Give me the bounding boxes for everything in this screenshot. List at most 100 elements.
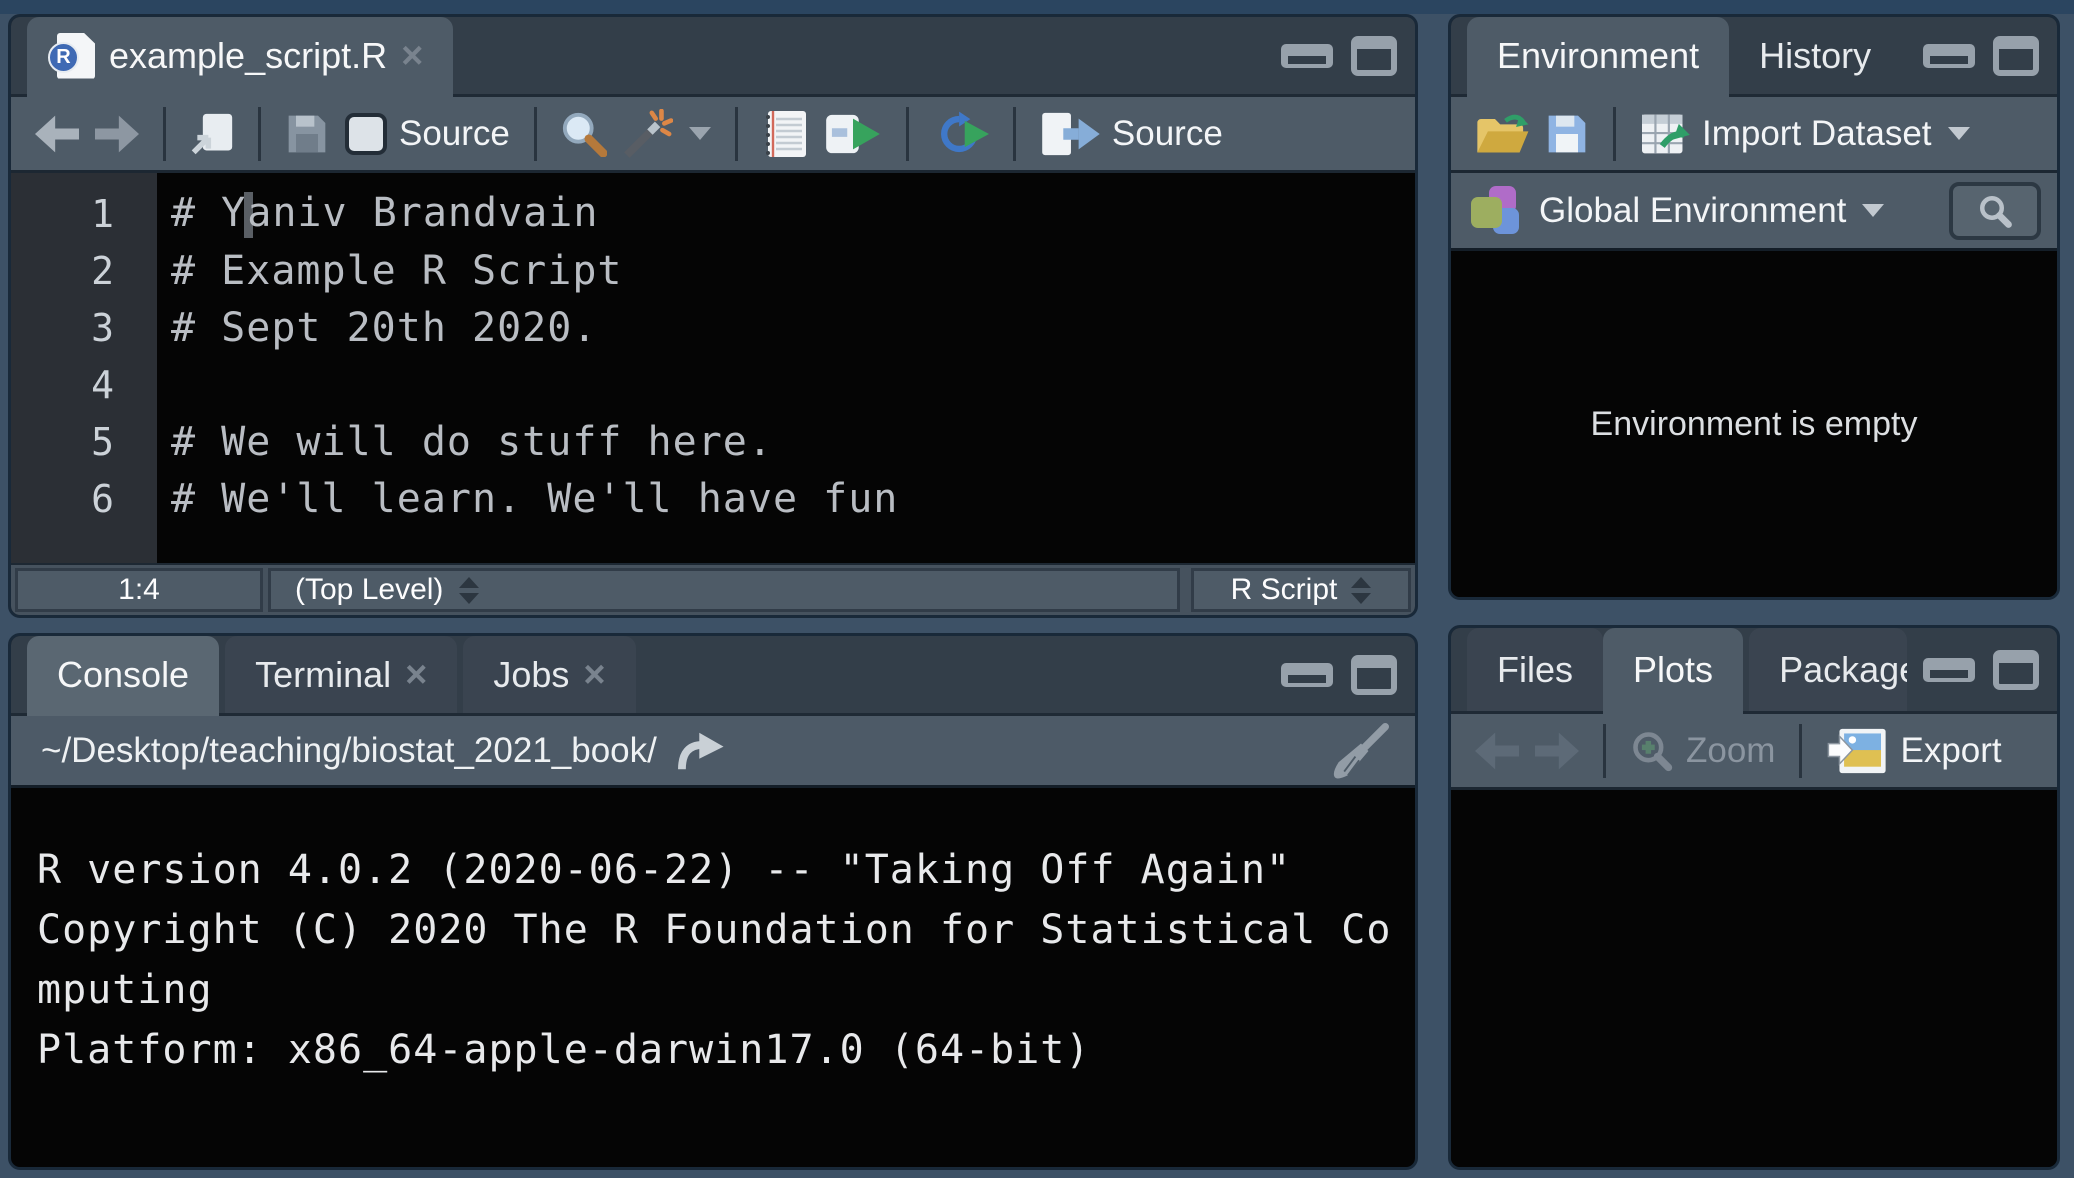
zoom-label: Zoom	[1686, 731, 1775, 771]
save-icon[interactable]	[285, 112, 329, 156]
zoom-plot-button[interactable]: Zoom	[1630, 729, 1775, 773]
source-toolbar: Source	[11, 97, 1415, 173]
import-dataset-label: Import Dataset	[1702, 114, 1932, 154]
tab-plots[interactable]: Plots	[1603, 628, 1743, 711]
toolbar-separator	[906, 107, 909, 161]
popout-icon[interactable]	[190, 112, 234, 156]
minimize-icon[interactable]	[1281, 663, 1333, 687]
toolbar-separator	[1613, 107, 1616, 161]
line-number: 2	[11, 249, 157, 293]
import-table-icon	[1640, 111, 1690, 157]
console-line: mputing	[37, 960, 1415, 1020]
save-workspace-icon[interactable]	[1545, 112, 1589, 156]
editor-line: 1# Yaniv Brandvain	[11, 185, 1415, 242]
tab-console[interactable]: Console	[27, 636, 219, 713]
code-editor[interactable]: 1# Yaniv Brandvain2# Example R Script3# …	[11, 173, 1415, 563]
minimize-icon[interactable]	[1923, 44, 1975, 68]
editor-line: 4	[11, 356, 1415, 413]
source-button[interactable]: Source	[1040, 111, 1223, 157]
maximize-icon[interactable]	[1993, 36, 2039, 76]
code-text: # We'll learn. We'll have fun	[157, 476, 898, 522]
console-line: Copyright (C) 2020 The R Foundation for …	[37, 900, 1415, 960]
spinner-icon	[459, 577, 479, 604]
source-button-label: Source	[1112, 114, 1223, 154]
editor-line: 5# We will do stuff here.	[11, 413, 1415, 470]
scope-selector[interactable]: (Top Level)	[268, 568, 1180, 612]
console-pane: Console Terminal × Jobs × ~/Desktop/teac…	[8, 633, 1418, 1170]
run-icon[interactable]	[824, 111, 882, 157]
cursor-position: 1:4	[15, 568, 263, 612]
find-icon[interactable]	[561, 111, 607, 157]
line-number: 4	[11, 363, 157, 407]
search-environment-button[interactable]	[1949, 182, 2041, 240]
editor-line: 3# Sept 20th 2020.	[11, 299, 1415, 356]
tab-files[interactable]: Files	[1467, 628, 1603, 711]
tab-jobs[interactable]: Jobs ×	[463, 636, 635, 713]
minimize-icon[interactable]	[1281, 44, 1333, 68]
goto-directory-arrow-icon[interactable]	[675, 731, 727, 771]
code-text: # We will do stuff here.	[157, 419, 773, 465]
file-type-selector[interactable]: R Script	[1191, 568, 1411, 612]
import-dataset-button[interactable]: Import Dataset	[1640, 111, 1970, 157]
source-on-save-toggle[interactable]: Source	[345, 113, 510, 155]
compile-notebook-icon[interactable]	[762, 109, 808, 159]
spinner-icon	[1351, 577, 1371, 604]
rerun-icon[interactable]	[933, 111, 989, 157]
pane-window-buttons	[1907, 628, 2057, 711]
source-pane: R example_script.R ×	[8, 14, 1418, 618]
files-plots-pane: Files Plots Packages	[1448, 625, 2060, 1170]
code-tools-menu[interactable]	[623, 109, 711, 159]
open-folder-icon[interactable]	[1475, 112, 1529, 156]
tab-packages[interactable]: Packages	[1749, 628, 1907, 711]
toolbar-separator	[258, 107, 261, 161]
maximize-icon[interactable]	[1351, 36, 1397, 76]
console-line: R version 4.0.2 (2020-06-22) -- "Taking …	[37, 840, 1415, 900]
export-image-icon	[1826, 727, 1888, 775]
minimize-icon[interactable]	[1923, 658, 1975, 682]
toolbar-separator	[1603, 724, 1606, 778]
back-arrow-icon[interactable]	[1475, 732, 1519, 770]
plots-toolbar: Zoom Export	[1451, 714, 2057, 790]
working-directory: ~/Desktop/teaching/biostat_2021_book/	[41, 731, 657, 771]
environment-pane: Environment History	[1448, 14, 2060, 600]
console-output[interactable]: R version 4.0.2 (2020-06-22) -- "Taking …	[11, 788, 1415, 1167]
export-plot-button[interactable]: Export	[1826, 727, 2001, 775]
source-on-save-checkbox[interactable]	[345, 113, 387, 155]
line-number: 3	[11, 306, 157, 350]
tab-environment[interactable]: Environment	[1467, 17, 1729, 94]
tab-example-script[interactable]: R example_script.R ×	[27, 17, 453, 94]
toolbar-separator	[1013, 107, 1016, 161]
magic-wand-icon	[623, 109, 673, 159]
pane-window-buttons	[1265, 17, 1415, 94]
tab-terminal[interactable]: Terminal ×	[225, 636, 457, 713]
code-text: # Yaniv Brandvain	[157, 190, 598, 238]
pane-window-buttons	[1907, 17, 2057, 94]
maximize-icon[interactable]	[1351, 655, 1397, 695]
code-text: # Sept 20th 2020.	[157, 305, 597, 351]
line-number: 5	[11, 420, 157, 464]
maximize-icon[interactable]	[1993, 650, 2039, 690]
r-file-icon: R	[57, 33, 95, 79]
source-tabstrip: R example_script.R ×	[11, 17, 1415, 97]
dropdown-caret-icon	[1948, 127, 1970, 140]
environment-empty-message: Environment is empty	[1591, 405, 1918, 444]
forward-arrow-icon[interactable]	[1535, 732, 1579, 770]
close-icon[interactable]: ×	[405, 656, 427, 694]
toolbar-separator	[735, 107, 738, 161]
environment-selector[interactable]: Global Environment	[1539, 191, 1884, 231]
console-path-bar: ~/Desktop/teaching/biostat_2021_book/	[11, 716, 1415, 788]
plots-content	[1451, 790, 2057, 1167]
line-number: 1	[11, 192, 157, 236]
forward-arrow-icon[interactable]	[95, 115, 139, 153]
environment-toolbar: Import Dataset	[1451, 97, 2057, 173]
toolbar-separator	[163, 107, 166, 161]
console-tabstrip: Console Terminal × Jobs ×	[11, 636, 1415, 716]
clear-console-broom-icon[interactable]	[1333, 723, 1389, 779]
close-icon[interactable]: ×	[583, 656, 605, 694]
close-icon[interactable]: ×	[401, 37, 423, 75]
console-line: Platform: x86_64-apple-darwin17.0 (64-bi…	[37, 1020, 1415, 1080]
back-arrow-icon[interactable]	[35, 115, 79, 153]
pane-window-buttons	[1265, 636, 1415, 713]
tab-history[interactable]: History	[1729, 17, 1901, 94]
code-text: # Example R Script	[157, 248, 622, 294]
